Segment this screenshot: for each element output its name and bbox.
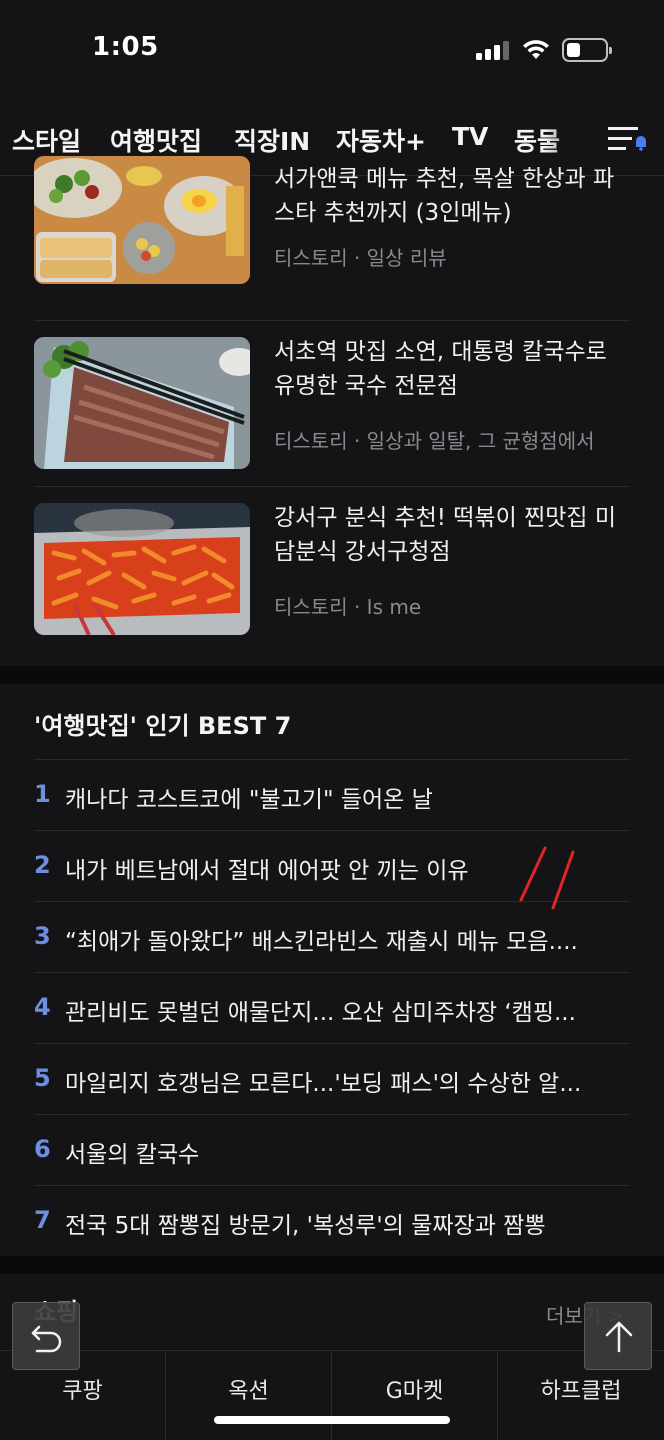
rank-number: 5 bbox=[34, 1064, 51, 1092]
shop-link-auction[interactable]: 옥션 bbox=[166, 1351, 332, 1440]
popular-item-4[interactable]: 4 관리비도 못벌던 애물단지... 오산 삼미주차장 ‘캠핑... bbox=[34, 972, 630, 1043]
back-button[interactable] bbox=[12, 1302, 80, 1370]
rank-number: 4 bbox=[34, 993, 51, 1021]
wifi-icon bbox=[523, 40, 549, 59]
rank-title[interactable]: 마일리지 호갱님은 모른다...'보딩 패스'의 수상한 알... bbox=[65, 1064, 629, 1098]
popular-item-7[interactable]: 7 전국 5대 짬뽕집 방문기, '복성루'의 물짜장과 짬뽕 bbox=[34, 1185, 630, 1256]
popular-item-5[interactable]: 5 마일리지 호갱님은 모른다...'보딩 패스'의 수상한 알... bbox=[34, 1043, 630, 1114]
popular-section-title: '여행맛집' 인기 BEST 7 bbox=[34, 712, 292, 740]
article-item[interactable]: 강서구 분식 추천! 떡볶이 찐맛집 미담분식 강서구청점 티스토리 · Is … bbox=[34, 487, 630, 653]
arrow-up-icon bbox=[605, 1321, 633, 1353]
battery-icon bbox=[562, 38, 612, 62]
article-item[interactable]: 서가앤쿡 메뉴 추천, 목살 한상과 파스타 추천까지 (3인메뉴) 티스토리 … bbox=[34, 156, 630, 321]
article-title[interactable]: 강서구 분식 추천! 떡볶이 찐맛집 미담분식 강서구청점 bbox=[274, 501, 634, 569]
rank-title[interactable]: “최애가 돌아왔다” 배스킨라빈스 재출시 메뉴 모음.... bbox=[65, 922, 629, 956]
shopping-links: 쿠팡 옥션 G마켓 하프클럽 bbox=[0, 1350, 664, 1440]
undo-arrow-icon bbox=[31, 1325, 62, 1353]
article-source: 티스토리 · 일상과 일탈, 그 균형점에서 bbox=[274, 429, 595, 453]
rank-number: 1 bbox=[34, 780, 51, 808]
popular-item-6[interactable]: 6 서울의 칼국수 bbox=[34, 1114, 630, 1185]
tab-travel-food[interactable]: 여행맛집 bbox=[110, 122, 202, 158]
article-thumbnail bbox=[34, 337, 250, 469]
rank-number: 2 bbox=[34, 851, 51, 879]
article-thumbnail bbox=[34, 156, 250, 284]
rank-number: 7 bbox=[34, 1206, 51, 1234]
menu-list-icon bbox=[608, 127, 646, 151]
rank-title[interactable]: 전국 5대 짬뽕집 방문기, '복성루'의 물짜장과 짬뽕 bbox=[65, 1206, 629, 1240]
article-title[interactable]: 서초역 맛집 소연, 대통령 칼국수로 유명한 국수 전문점 bbox=[274, 335, 634, 403]
article-title[interactable]: 서가앤쿡 메뉴 추천, 목살 한상과 파스타 추천까지 (3인메뉴) bbox=[274, 162, 634, 230]
tab-style[interactable]: 스타일 bbox=[12, 122, 81, 158]
tab-tv[interactable]: TV bbox=[452, 122, 488, 151]
rank-title[interactable]: 캐나다 코스트코에 "불고기" 들어온 날 bbox=[65, 780, 629, 814]
shop-link-gmarket[interactable]: G마켓 bbox=[332, 1351, 498, 1440]
status-bar: 1:05 bbox=[0, 0, 664, 100]
tab-cars[interactable]: 자동차+ bbox=[336, 122, 426, 158]
cellular-signal-icon bbox=[476, 40, 510, 60]
article-thumbnail bbox=[34, 503, 250, 635]
rank-title[interactable]: 관리비도 못벌던 애물단지... 오산 삼미주차장 ‘캠핑... bbox=[65, 993, 629, 1027]
rank-title[interactable]: 서울의 칼국수 bbox=[65, 1135, 629, 1169]
article-source: 티스토리 · 일상 리뷰 bbox=[274, 246, 447, 270]
home-indicator[interactable] bbox=[214, 1416, 450, 1424]
rank-number: 3 bbox=[34, 922, 51, 950]
scroll-to-top-button[interactable] bbox=[584, 1302, 652, 1370]
popular-item-1[interactable]: 1 캐나다 코스트코에 "불고기" 들어온 날 bbox=[34, 759, 630, 830]
tab-work-in[interactable]: 직장IN bbox=[234, 122, 310, 158]
article-source: 티스토리 · Is me bbox=[274, 595, 422, 619]
handwritten-annotation-marks bbox=[519, 846, 575, 910]
status-time: 1:05 bbox=[92, 32, 159, 62]
rank-number: 6 bbox=[34, 1135, 51, 1163]
article-item[interactable]: 서초역 맛집 소연, 대통령 칼국수로 유명한 국수 전문점 티스토리 · 일상… bbox=[34, 321, 630, 487]
